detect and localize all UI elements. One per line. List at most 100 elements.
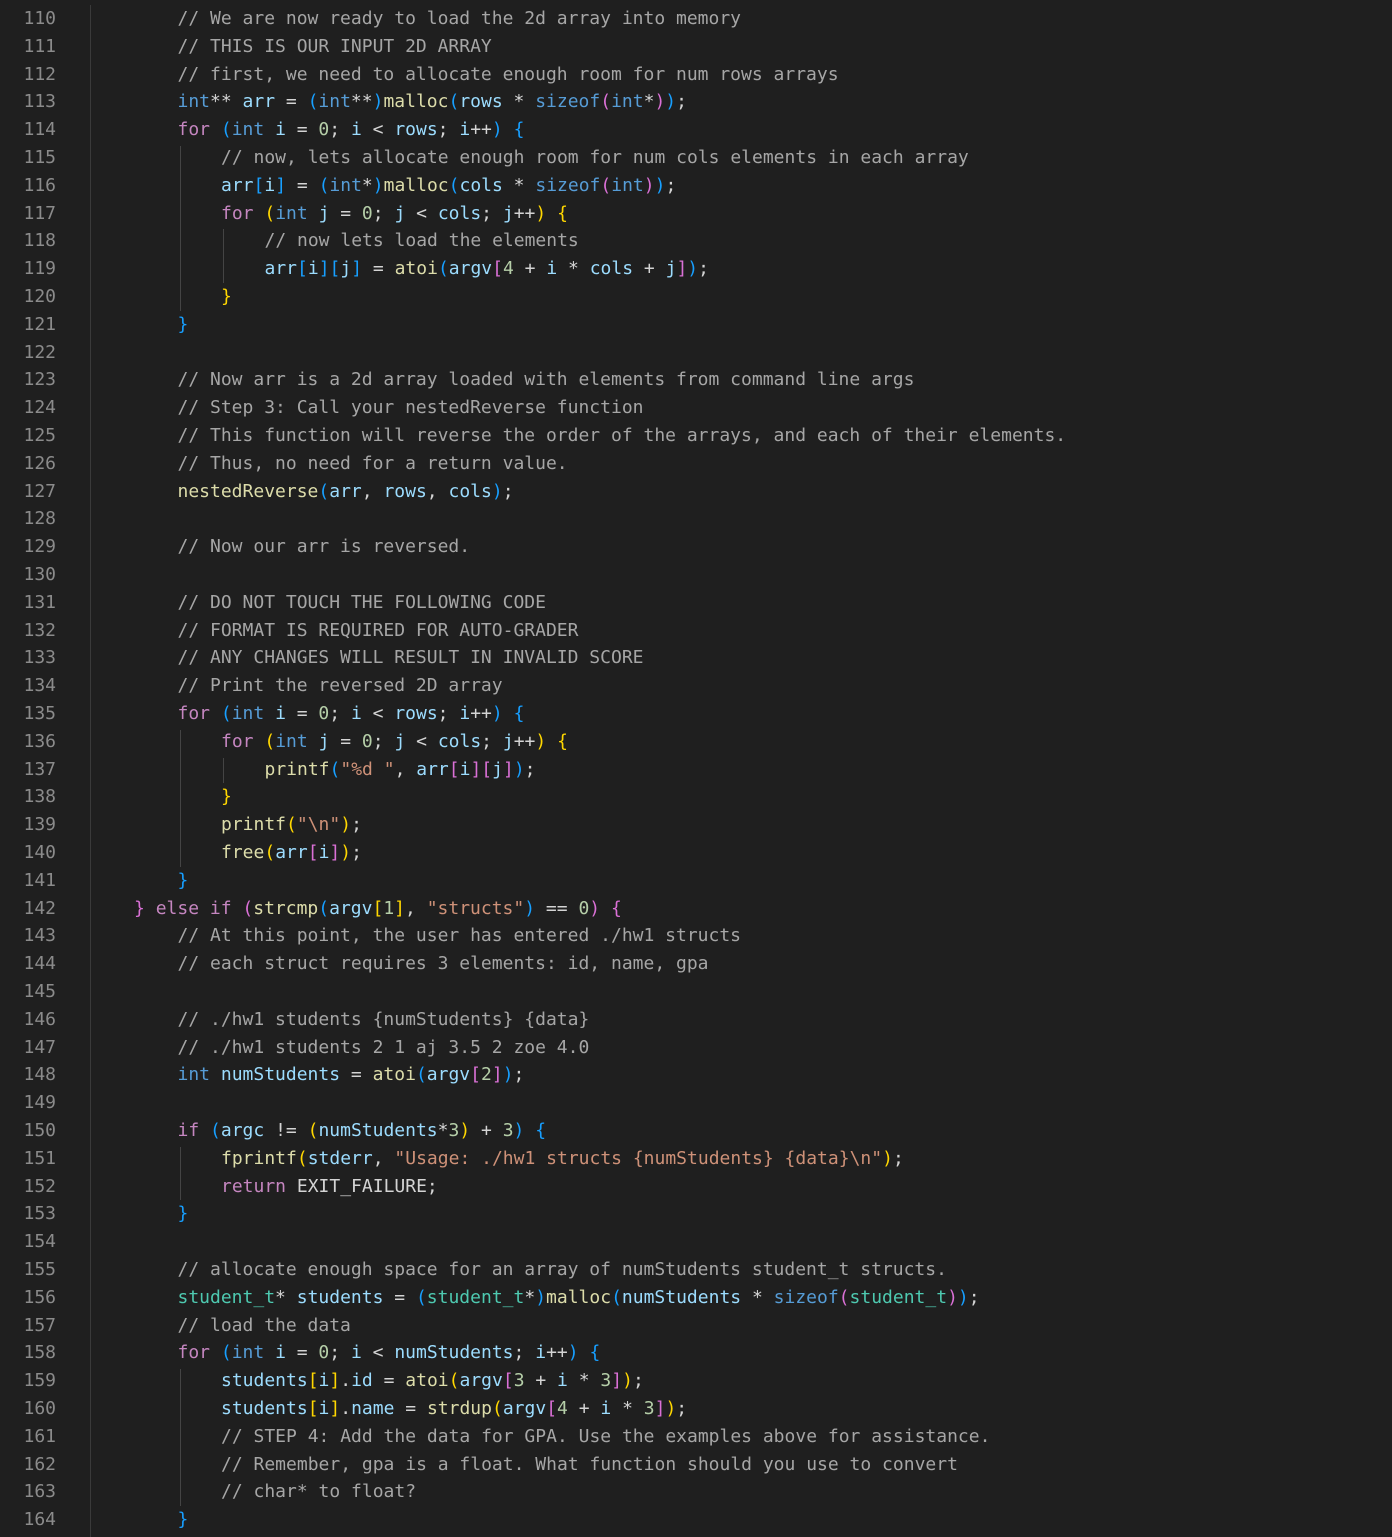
code-line[interactable]: 145 [0,978,1392,1006]
code-token: // Print the reversed 2D array [177,675,503,697]
code-line[interactable]: 146 // ./hw1 students {numStudents} {data… [0,1006,1392,1034]
code-token: j [492,758,503,780]
code-token: // ./hw1 students 2 1 aj 3.5 2 zoe 4.0 [177,1036,590,1058]
code-text: // DO NOT TOUCH THE FOLLOWING CODE [178,589,546,617]
code-token: name [351,1398,395,1419]
code-token: ** [210,91,243,113]
code-token: rows [394,703,438,724]
code-token: ( [264,730,276,752]
code-line[interactable]: 157 // load the data [0,1312,1392,1340]
code-line[interactable]: 152 return EXIT_FAILURE; [0,1173,1392,1201]
code-line[interactable]: 113 int** arr = (int**)malloc(rows * size… [0,88,1392,116]
code-line[interactable]: 158 for (int i = 0; i < numStudents; i++)… [0,1339,1392,1367]
code-token: // DO NOT TOUCH THE FOLLOWING CODE [177,591,546,613]
code-editor[interactable]: 110 // We are now ready to load the 2d ar… [0,5,1392,1537]
line-number: 162 [23,1453,56,1475]
code-line[interactable]: 140 free(arr[i]); [0,839,1392,867]
code-line[interactable]: 131 // DO NOT TOUCH THE FOLLOWING CODE [0,589,1392,617]
code-line[interactable]: 133 // ANY CHANGES WILL RESULT IN INVALID… [0,644,1392,672]
code-line[interactable]: 141} [0,867,1392,895]
line-number: 115 [23,147,56,168]
code-token: = [329,202,362,224]
code-text: printf("%d ", arr[i][j]); [265,756,536,784]
code-token: 0 [578,897,590,919]
code-line[interactable]: 161 // STEP 4: Add the data for GPA. Use … [0,1423,1392,1451]
line-number: 151 [23,1147,56,1169]
code-line[interactable]: 124 // Step 3: Call your nestedReverse fu… [0,394,1392,422]
code-line[interactable]: 163 // char* to float? [0,1478,1392,1506]
code-line[interactable]: 136 for (int j = 0; j < cols; j++) { [0,728,1392,756]
code-line[interactable]: 129 // Now our arr is reversed. [0,533,1392,561]
line-number: 147 [23,1036,56,1058]
code-token: } [177,1203,189,1225]
code-token: arr [264,258,298,280]
code-line[interactable]: 112 // first, we need to allocate enough … [0,61,1392,89]
code-token: } [177,313,189,335]
code-line[interactable]: 130 [0,561,1392,589]
code-token: ) [687,258,699,280]
code-line[interactable]: 123 // Now arr is a 2d array loaded with … [0,366,1392,394]
code-line[interactable]: 155 // allocate enough space for an array… [0,1256,1392,1284]
code-token: i [350,703,362,724]
code-token: 1 [383,897,395,919]
code-line[interactable]: 159 students[i].id = atoi(argv[3 + i * 3]… [0,1367,1392,1395]
code-line[interactable]: 148 int numStudents = atoi(argv[2]); [0,1061,1392,1089]
code-line[interactable]: 111 // THIS IS OUR INPUT 2D ARRAY [0,33,1392,61]
code-line[interactable]: 149 [0,1089,1392,1117]
code-line[interactable]: 153} [0,1200,1392,1228]
code-text: // ./hw1 students 2 1 aj 3.5 2 zoe 4.0 [178,1034,590,1062]
line-number: 111 [23,35,56,57]
code-line[interactable]: 162 // Remember, gpa is a float. What fun… [0,1451,1392,1479]
code-line[interactable]: 122 [0,339,1392,367]
code-line[interactable]: 139 printf("\n"); [0,811,1392,839]
code-line[interactable]: 160 students[i].name = strdup(argv[4 + i … [0,1395,1392,1423]
code-line[interactable]: 134 // Print the reversed 2D array [0,672,1392,700]
code-token: int [231,1342,265,1364]
code-line[interactable]: 154 [0,1228,1392,1256]
indent-guide [179,1369,181,1507]
code-line[interactable]: 115 // now, lets allocate enough room for… [0,144,1392,172]
code-line[interactable]: 127 nestedReverse(arr, rows, cols); [0,478,1392,506]
code-line[interactable]: 132 // FORMAT IS REQUIRED FOR AUTO-GRADER [0,617,1392,645]
code-line[interactable]: 110 // We are now ready to load the 2d ar… [0,5,1392,33]
code-line[interactable]: 126 // Thus, no need for a return value. [0,450,1392,478]
code-line[interactable]: 137 printf("%d ", arr[i][j]); [0,756,1392,784]
code-text: // load the data [178,1312,351,1340]
code-token: // allocate enough space for an array of… [177,1259,947,1280]
code-token: argv [448,258,493,280]
code-line[interactable]: 144 // each struct requires 3 elements: i… [0,950,1392,978]
code-line[interactable]: 135 for (int i = 0; i < rows; i++) { [0,700,1392,728]
code-line[interactable]: 119 arr[i][j] = atoi(argv[4 + i * cols + … [0,255,1392,283]
code-line[interactable]: 142} else if (strcmp(argv[1], "structs")… [0,895,1392,923]
code-line[interactable]: 121} [0,311,1392,339]
line-number: 131 [23,591,56,613]
code-token: arr [242,91,276,113]
code-token: * [557,258,590,280]
code-token: = [329,730,362,752]
code-line[interactable]: 151 fprintf(stderr, "Usage: ./hw1 structs… [0,1145,1392,1173]
code-line[interactable]: 117 for (int j = 0; j < cols; j++) { [0,200,1392,228]
code-line[interactable]: 150 if (argc != (numStudents*3) + 3) { [0,1117,1392,1145]
code-line[interactable]: 147 // ./hw1 students 2 1 aj 3.5 2 zoe 4.… [0,1034,1392,1062]
code-text: // allocate enough space for an array of… [178,1256,947,1284]
code-line[interactable]: 128 [0,505,1392,533]
code-token: ( [286,814,297,836]
code-line[interactable]: 118 // now lets load the elements [0,227,1392,255]
line-number: 110 [23,8,56,29]
code-line[interactable]: 156 student_t* students = (student_t*)mal… [0,1284,1392,1312]
code-token: ) [947,1286,958,1308]
code-line[interactable]: 114 for (int i = 0; i < rows; i++) { [0,116,1392,144]
code-line[interactable]: 116 arr[i] = (int*)malloc(cols * sizeof(i… [0,172,1392,200]
code-line[interactable]: 125 // This function will reverse the ord… [0,422,1392,450]
code-token: ( [220,119,232,141]
code-token: < [361,1342,395,1364]
code-token: student_t [426,1286,525,1308]
code-token: id [351,1370,373,1392]
code-line[interactable]: 164} [0,1506,1392,1534]
code-line[interactable]: 138} [0,783,1392,811]
code-line[interactable]: 143 // At this point, the user has entere… [0,922,1392,950]
code-token: int [275,202,308,224]
code-text: printf("\n"); [221,811,362,839]
code-line[interactable]: 120} [0,283,1392,311]
